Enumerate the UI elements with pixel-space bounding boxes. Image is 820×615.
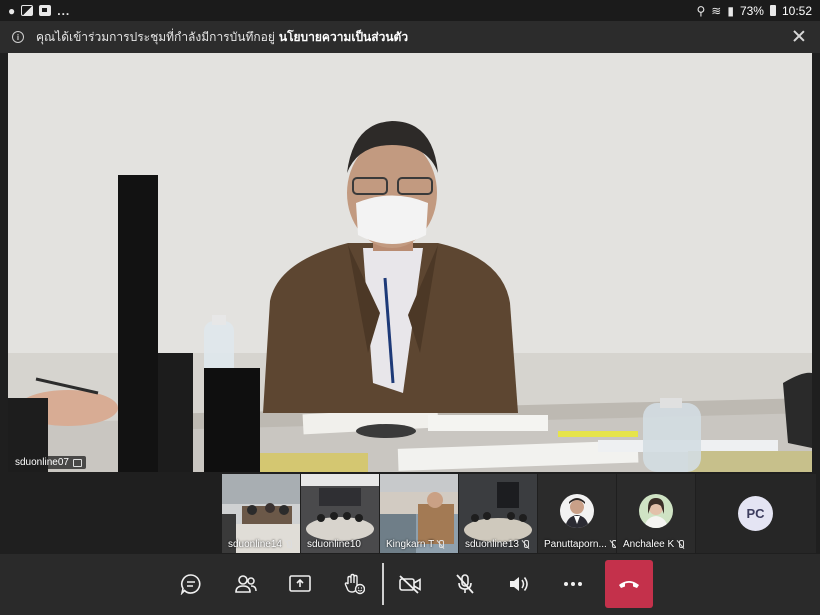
status-bar: ● ... ⚲ ≋ ▮ 73% 10:52 xyxy=(0,0,820,21)
raise-hand-icon xyxy=(344,573,365,595)
signal-icon: ▮ xyxy=(727,3,734,18)
mic-off-icon xyxy=(456,574,474,594)
initials-avatar: PC xyxy=(738,496,773,531)
participant-tile[interactable]: PC xyxy=(696,474,816,553)
participant-label: Anchalee K xyxy=(623,539,685,550)
participant-name: sduonline13 xyxy=(465,539,519,550)
mic-toggle-button[interactable] xyxy=(443,562,487,606)
participants-icon xyxy=(235,575,257,593)
more-options-button[interactable] xyxy=(551,562,595,606)
participant-name: sduonline10 xyxy=(307,539,361,550)
speaker-icon xyxy=(510,577,528,591)
main-video[interactable]: sduonline07 xyxy=(8,53,812,472)
mic-muted-icon xyxy=(285,540,292,549)
hangup-button[interactable] xyxy=(605,560,653,608)
participants-button[interactable] xyxy=(224,562,268,606)
camera-off-icon xyxy=(399,575,421,594)
battery-icon xyxy=(769,5,776,16)
main-video-participant-name: sduonline07 xyxy=(15,457,69,468)
recording-banner: i คุณได้เข้าร่วมการประชุมที่กำลังมีการบั… xyxy=(0,21,820,53)
chat-icon xyxy=(180,574,201,595)
participant-label: Panuttaporn... xyxy=(544,539,616,550)
gallery-notification-icon xyxy=(21,5,34,16)
clock: 10:52 xyxy=(781,3,812,18)
participant-tile[interactable]: Anchalee K xyxy=(617,474,695,553)
profile-photo xyxy=(639,494,673,528)
speaker-button[interactable] xyxy=(497,562,541,606)
mic-muted-icon xyxy=(610,540,616,549)
mic-muted-icon xyxy=(677,540,685,549)
participant-tile[interactable]: Kingkarn T xyxy=(380,474,458,553)
flipboard-notification-icon xyxy=(39,5,52,16)
wifi-icon: ≋ xyxy=(711,3,722,18)
participant-tile[interactable]: Panuttaporn... xyxy=(538,474,616,553)
location-icon: ⚲ xyxy=(696,3,706,18)
participant-tile[interactable]: sduonline13 xyxy=(459,474,537,553)
profile-photo xyxy=(560,494,594,528)
participant-name: Panuttaporn... xyxy=(544,539,607,550)
participant-gallery: sduonline14 sduonline10 Kingkarn T sduon… xyxy=(222,474,816,553)
participant-label: sduonline14 xyxy=(228,539,292,550)
battery-percent: 73% xyxy=(739,3,764,18)
participant-name: Kingkarn T xyxy=(386,539,435,550)
participant-name: Anchalee K xyxy=(623,539,675,550)
participant-label: sduonline13 xyxy=(465,539,529,550)
hangup-icon xyxy=(619,581,639,588)
share-screen-button[interactable] xyxy=(278,562,322,606)
main-video-label: sduonline07 xyxy=(12,456,86,469)
camera-toggle-button[interactable] xyxy=(388,562,432,606)
speaker-video-frame xyxy=(8,53,812,472)
banner-message: คุณได้เข้าร่วมการประชุมที่กำลังมีการบันท… xyxy=(36,29,275,44)
mic-muted-icon xyxy=(522,540,529,549)
participant-tile[interactable]: sduonline10 xyxy=(301,474,379,553)
call-controls xyxy=(0,554,820,615)
controls-divider xyxy=(382,563,384,605)
participant-label: Kingkarn T xyxy=(386,539,445,550)
more-notifications-indicator: ... xyxy=(57,3,71,18)
mic-muted-icon xyxy=(437,540,445,549)
info-icon: i xyxy=(12,31,24,43)
raise-hand-button[interactable] xyxy=(332,562,376,606)
participant-tile[interactable]: sduonline14 xyxy=(222,474,300,553)
privacy-policy-link[interactable]: นโยบายความเป็นส่วนตัว xyxy=(279,28,408,47)
more-icon xyxy=(564,582,582,586)
close-icon[interactable] xyxy=(792,29,806,43)
notification-icon: ● xyxy=(8,3,16,18)
participant-label: sduonline10 xyxy=(307,539,361,550)
participant-name: sduonline14 xyxy=(228,539,282,550)
pin-icon xyxy=(72,458,82,467)
share-screen-icon xyxy=(289,575,311,592)
chat-button[interactable] xyxy=(169,562,213,606)
